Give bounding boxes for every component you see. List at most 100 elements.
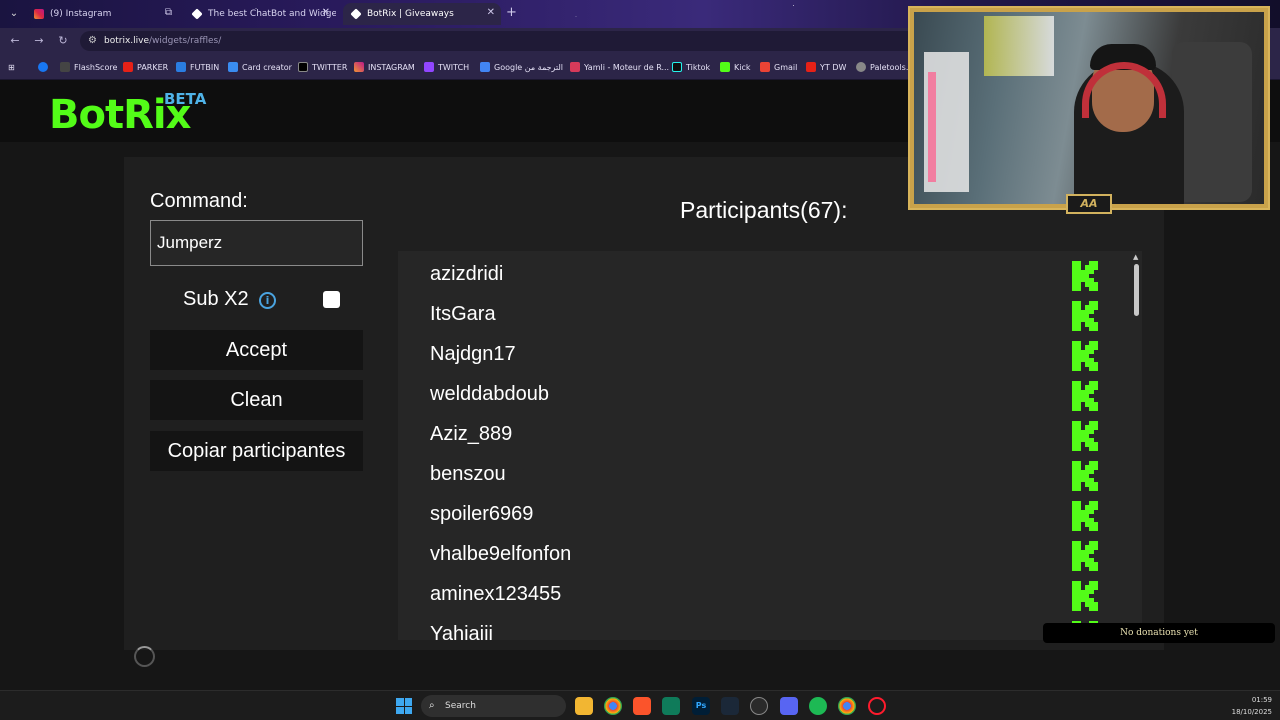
participant-name: ItsGara bbox=[430, 303, 496, 325]
scrollbar-thumb[interactable] bbox=[1134, 264, 1139, 316]
bookmark-label: FUTBIN bbox=[190, 62, 220, 72]
bookmark-label: PARKER bbox=[137, 62, 169, 72]
accept-button[interactable]: Accept bbox=[150, 330, 363, 370]
loading-spinner bbox=[134, 646, 155, 667]
search-label: Search bbox=[445, 701, 476, 711]
instagram-icon bbox=[34, 9, 44, 19]
bookmark-card-creator[interactable]: Card creator bbox=[228, 60, 292, 74]
bookmark-yamli[interactable]: Yamli - Moteur de R... bbox=[570, 60, 669, 74]
apps-icon[interactable]: ⊞ bbox=[8, 60, 15, 74]
participant-row[interactable]: benszou bbox=[398, 454, 1132, 494]
participants-list[interactable]: azizdridi ItsGara Najdgn17 welddabdoub Aziz_… bbox=[398, 251, 1132, 640]
bookmark-label: Yamli - Moteur de R... bbox=[584, 62, 670, 72]
opera-icon[interactable] bbox=[868, 697, 886, 715]
kick-icon bbox=[720, 62, 730, 72]
bookmark-futbin[interactable]: FUTBIN bbox=[176, 60, 219, 74]
kick-platform-icon bbox=[1072, 261, 1098, 291]
bookmark-twitter[interactable]: TWITTER bbox=[298, 60, 347, 74]
windows-start-icon[interactable] bbox=[396, 698, 412, 714]
download-icon bbox=[806, 62, 816, 72]
participant-name: Najdgn17 bbox=[430, 343, 516, 365]
site-info-icon[interactable]: ⚙ bbox=[88, 31, 97, 51]
tab-search-icon[interactable]: ⌄ bbox=[6, 6, 22, 22]
steam-icon[interactable] bbox=[721, 697, 739, 715]
command-label: Command: bbox=[150, 190, 248, 212]
kick-platform-icon bbox=[1072, 381, 1098, 411]
kick-platform-icon bbox=[1072, 541, 1098, 571]
spotify-icon[interactable] bbox=[809, 697, 827, 715]
instagram-icon bbox=[354, 62, 364, 72]
streamer-logo: AA bbox=[1066, 194, 1112, 214]
url-input[interactable]: ⚙ botrix.live/widgets/raffles/ bbox=[80, 31, 920, 51]
participant-row[interactable]: Yahiaiii bbox=[398, 614, 1132, 640]
discord-icon[interactable] bbox=[780, 697, 798, 715]
tab-botrix-home[interactable]: The best ChatBot and Widgets ✕ bbox=[184, 3, 336, 25]
participant-row[interactable]: aminex123455 bbox=[398, 574, 1132, 614]
bookmark-google-translate[interactable]: Google الترجمة من bbox=[480, 60, 563, 74]
bookmark-twitch[interactable]: TWITCH bbox=[424, 60, 469, 74]
back-icon[interactable]: ← bbox=[8, 34, 22, 47]
participant-row[interactable]: Najdgn17 bbox=[398, 334, 1132, 374]
bookmark-gmail[interactable]: Gmail bbox=[760, 60, 797, 74]
system-clock[interactable]: 01:59 18/10/2025 bbox=[1222, 694, 1272, 718]
participants-title: Participants(67): bbox=[680, 197, 848, 223]
sub-x2-checkbox[interactable] bbox=[323, 291, 340, 308]
reload-icon[interactable]: ↻ bbox=[56, 34, 70, 47]
participant-row[interactable]: welddabdoub bbox=[398, 374, 1132, 414]
tiktok-icon bbox=[672, 62, 682, 72]
windows-taskbar: ⌕ Search Ps 01:59 18/10/2025 bbox=[0, 690, 1280, 720]
bookmark-label: FlashScore bbox=[74, 62, 118, 72]
photoshop-icon[interactable]: Ps bbox=[692, 697, 710, 715]
bookmark-instagram[interactable]: INSTAGRAM bbox=[354, 60, 415, 74]
paletools-icon bbox=[856, 62, 866, 72]
tab-instagram[interactable]: (9) Instagram ⧉ bbox=[26, 3, 178, 25]
kick-platform-icon bbox=[1072, 461, 1098, 491]
forward-icon[interactable]: → bbox=[32, 34, 46, 47]
kick-platform-icon bbox=[1072, 341, 1098, 371]
google-translate-icon bbox=[480, 62, 490, 72]
brave-icon[interactable] bbox=[633, 697, 651, 715]
card-creator-icon bbox=[228, 62, 238, 72]
twitch-icon bbox=[424, 62, 434, 72]
bookmark-label: Card creator bbox=[242, 62, 292, 72]
obs-icon[interactable] bbox=[750, 697, 768, 715]
bookmark-yt-dw[interactable]: YT DW bbox=[806, 60, 846, 74]
clean-button[interactable]: Clean bbox=[150, 380, 363, 420]
command-input[interactable] bbox=[150, 220, 363, 266]
tab-label: (9) Instagram bbox=[50, 9, 112, 19]
bookmark-label: TWITTER bbox=[312, 62, 348, 72]
bookmark-label: YT DW bbox=[820, 62, 847, 72]
beta-badge: BETA bbox=[164, 90, 207, 108]
app-icon[interactable] bbox=[662, 697, 680, 715]
taskbar-search[interactable]: ⌕ Search bbox=[421, 695, 566, 717]
bookmark-label: INSTAGRAM bbox=[368, 62, 415, 72]
bookmark-kick[interactable]: Kick bbox=[720, 60, 751, 74]
bookmark-facebook[interactable] bbox=[38, 60, 52, 74]
participant-name: aminex123455 bbox=[430, 583, 562, 605]
new-tab-icon[interactable]: + bbox=[506, 5, 517, 20]
file-explorer-icon[interactable] bbox=[575, 697, 593, 715]
participant-name: benszou bbox=[430, 463, 506, 485]
copy-participants-button[interactable]: Copiar participantes bbox=[150, 431, 363, 471]
participant-name: azizdridi bbox=[430, 263, 504, 285]
bookmark-parker[interactable]: PARKER bbox=[123, 60, 168, 74]
participant-row[interactable]: vhalbe9elfonfon bbox=[398, 534, 1132, 574]
chrome-icon[interactable] bbox=[604, 697, 622, 715]
tab-botrix-giveaways[interactable]: BotRix | Giveaways ✕ bbox=[343, 3, 501, 25]
close-tab-icon[interactable]: ✕ bbox=[322, 7, 330, 18]
bookmark-tiktok[interactable]: Tiktok bbox=[672, 60, 710, 74]
bookmark-flashscore[interactable]: FlashScore bbox=[60, 60, 117, 74]
participant-row[interactable]: Aziz_889 bbox=[398, 414, 1132, 454]
chrome-profile-icon[interactable] bbox=[838, 697, 856, 715]
close-tab-icon[interactable]: ✕ bbox=[487, 7, 495, 18]
clock-time: 01:59 bbox=[1251, 696, 1272, 704]
scroll-up-icon[interactable]: ▲ bbox=[1133, 253, 1138, 261]
info-icon[interactable]: i bbox=[259, 292, 276, 309]
participant-row[interactable]: spoiler6969 bbox=[398, 494, 1132, 534]
participant-row[interactable]: ItsGara bbox=[398, 294, 1132, 334]
kick-platform-icon bbox=[1072, 501, 1098, 531]
bookmark-label: Tiktok bbox=[686, 62, 711, 72]
botrix-icon bbox=[350, 8, 362, 20]
participant-row[interactable]: azizdridi bbox=[398, 254, 1132, 294]
close-tab-icon[interactable]: ⧉ bbox=[165, 7, 172, 18]
